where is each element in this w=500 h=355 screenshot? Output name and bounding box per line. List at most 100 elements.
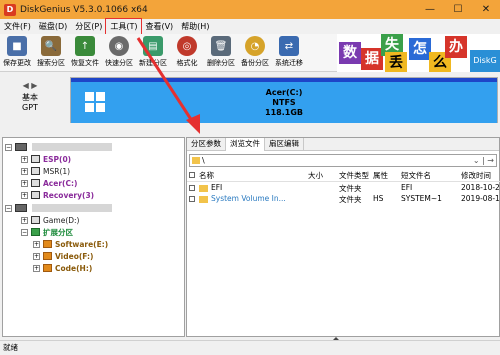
recover-files-button[interactable]: ↑ 恢复文件 — [68, 34, 102, 72]
new-partition-icon: ▤ — [143, 36, 163, 56]
format-icon: ◎ — [177, 36, 197, 56]
menu-view[interactable]: 查看(V) — [141, 19, 177, 34]
partition-block-c[interactable]: Acer(C:) NTFS 118.1GB — [71, 82, 497, 123]
partition-icon — [31, 167, 40, 175]
expand-icon[interactable]: + — [21, 167, 28, 175]
file-list-header: 名称 大小 文件类型 属性 短文件名 修改时间 — [187, 170, 500, 182]
col-name[interactable]: 名称 — [199, 170, 295, 181]
disk-map[interactable]: Acer(C:) NTFS 118.1GB — [70, 77, 498, 123]
menu-tools[interactable]: 工具(T) — [105, 18, 143, 35]
status-bar: 就绪 — [0, 340, 500, 355]
col-attr[interactable]: 属性 — [373, 170, 401, 181]
tree-item[interactable]: + Recovery(3) — [21, 189, 94, 201]
partition-size: 118.1GB — [265, 107, 303, 117]
tree-item[interactable]: − 扩展分区 — [21, 226, 73, 238]
windows-logo-icon — [85, 92, 105, 112]
partition-fs: NTFS — [272, 97, 296, 107]
path-value: \ — [202, 156, 205, 165]
tree-item[interactable]: + Code(H:) — [33, 262, 92, 274]
system-folder-icon — [199, 195, 208, 203]
prev-disk-icon[interactable]: ◀ ▶ — [2, 81, 58, 90]
partition-name: Acer(C:) — [265, 87, 303, 97]
col-short-name[interactable]: 短文件名 — [401, 170, 461, 181]
row-checkbox[interactable] — [187, 183, 199, 194]
system-migrate-button[interactable]: ⇄ 系统迁移 — [272, 34, 306, 72]
tab-sector-editor[interactable]: 扇区编辑 — [265, 138, 304, 151]
expand-icon[interactable]: + — [33, 264, 40, 272]
tree-disk-root[interactable]: − — [5, 202, 112, 214]
tree-disk-root[interactable]: − — [5, 141, 112, 153]
partition-icon — [43, 240, 52, 248]
col-size[interactable]: 大小 — [295, 170, 327, 181]
expand-icon[interactable]: + — [21, 155, 28, 163]
delete-icon: 🗑 — [211, 36, 231, 56]
partition-icon — [31, 216, 40, 224]
banner-char: 丢 — [385, 52, 407, 72]
banner-char: 怎 — [409, 38, 431, 60]
menu-help[interactable]: 帮助(H) — [177, 19, 213, 34]
window-title: DiskGenius V5.3.0.1066 x64 — [20, 4, 148, 15]
tree-item[interactable]: + ESP(0) — [21, 153, 71, 165]
title-bar: D DiskGenius V5.3.0.1066 x64 — ☐ ✕ — [0, 0, 500, 19]
file-row[interactable]: EFI 文件夹 EFI 2018-10-2 — [187, 183, 500, 194]
folder-icon — [199, 184, 208, 192]
menu-partition[interactable]: 分区(P) — [71, 19, 106, 34]
menu-file[interactable]: 文件(F) — [0, 19, 35, 34]
path-field[interactable]: \ ⌄ | → — [189, 154, 497, 167]
col-modified[interactable]: 修改时间 — [461, 170, 500, 181]
menu-disk[interactable]: 磁盘(D) — [35, 19, 71, 34]
banner-brand: DiskG — [470, 50, 500, 72]
format-button[interactable]: ◎ 格式化 — [170, 34, 204, 72]
menu-bar: 文件(F) 磁盘(D) 分区(P) 工具(T) 查看(V) 帮助(H) — [0, 18, 500, 35]
migrate-icon: ⇄ — [279, 36, 299, 56]
search-partition-button[interactable]: 🔍 搜索分区 — [34, 34, 68, 72]
delete-partition-button[interactable]: 🗑 删除分区 — [204, 34, 238, 72]
app-icon: D — [4, 3, 16, 16]
expand-icon[interactable]: + — [21, 216, 28, 224]
backup-icon: ◔ — [245, 36, 265, 56]
disk-type-label: 基本 — [22, 93, 38, 102]
tab-browse-files[interactable]: 浏览文件 — [226, 138, 265, 151]
file-row[interactable]: System Volume In... 文件夹 HS SYSTEM~1 2019… — [187, 194, 500, 205]
banner-char: 据 — [361, 48, 383, 70]
path-nav-icons[interactable]: ⌄ | → — [473, 155, 494, 166]
collapse-icon[interactable]: − — [21, 228, 28, 236]
disk-navigator[interactable]: ◀ ▶ 基本 GPT — [2, 81, 58, 112]
new-partition-button[interactable]: ▤ 新建分区 — [136, 34, 170, 72]
minimize-button[interactable]: — — [416, 0, 444, 19]
expand-icon[interactable]: + — [21, 179, 28, 187]
collapse-icon[interactable]: − — [5, 143, 12, 151]
tree-item[interactable]: + Game(D:) — [21, 214, 79, 226]
save-changes-button[interactable]: ■ 保存更改 — [0, 34, 34, 72]
tab-partition-params[interactable]: 分区参数 — [187, 138, 226, 151]
partition-icon — [43, 264, 52, 272]
maximize-button[interactable]: ☐ — [444, 0, 472, 19]
banner-char: 数 — [339, 42, 361, 64]
tree-item[interactable]: + Video(F:) — [33, 250, 93, 262]
tree-item[interactable]: + Software(E:) — [33, 238, 108, 250]
tree-item[interactable]: + MSR(1) — [21, 165, 70, 177]
search-icon: 🔍 — [41, 36, 61, 56]
expand-icon[interactable]: + — [21, 191, 28, 199]
disk-icon — [15, 143, 27, 151]
folder-icon — [192, 157, 200, 164]
expand-icon[interactable]: + — [33, 240, 40, 248]
partition-icon — [43, 252, 52, 260]
row-checkbox[interactable] — [187, 194, 199, 205]
redacted-label — [32, 143, 112, 151]
promo-banner[interactable]: 数 据 失 丢 怎 么 办 DiskG — [337, 34, 500, 72]
expand-icon[interactable]: + — [33, 252, 40, 260]
tree-item[interactable]: + Acer(C:) — [21, 177, 77, 189]
select-all-checkbox[interactable] — [187, 170, 199, 181]
recover-icon: ↑ — [75, 36, 95, 56]
status-text: 就绪 — [3, 343, 18, 352]
partition-icon — [31, 191, 40, 199]
quick-partition-button[interactable]: ◉ 快速分区 — [102, 34, 136, 72]
close-button[interactable]: ✕ — [472, 0, 500, 19]
col-type[interactable]: 文件类型 — [327, 170, 373, 181]
collapse-icon[interactable]: − — [5, 204, 12, 212]
disk-style-label: GPT — [22, 103, 38, 112]
quick-partition-icon: ◉ — [109, 36, 129, 56]
partition-icon — [31, 155, 40, 163]
backup-partition-button[interactable]: ◔ 备份分区 — [238, 34, 272, 72]
